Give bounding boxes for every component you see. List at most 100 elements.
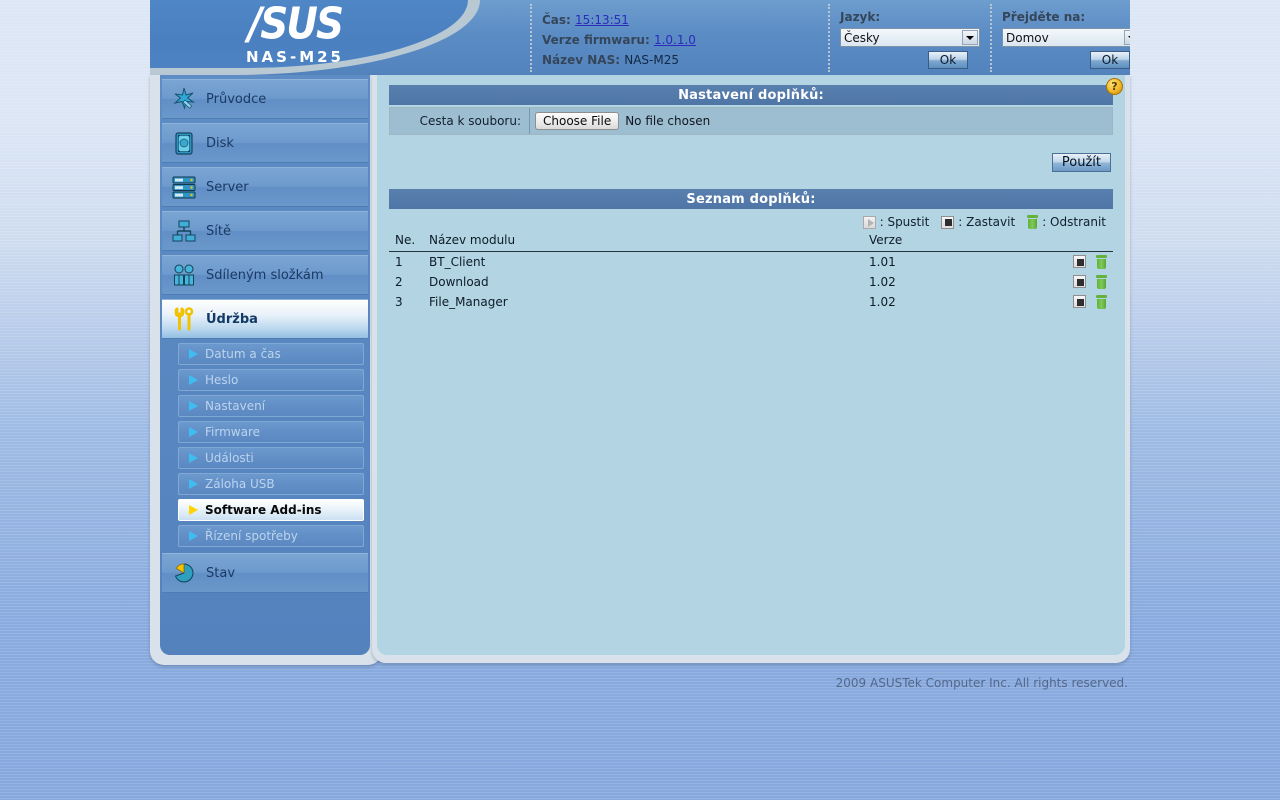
sidebar-subitem-label: Události	[205, 451, 254, 465]
sidebar-subitem-software-add-ins[interactable]: Software Add-ins	[178, 499, 364, 521]
nas-name-row: Název NAS: NAS-M25	[542, 50, 837, 70]
page-header: /SUS NAS-M25 Čas: 15:13:51 Verze firmwar…	[150, 0, 1130, 75]
sidebar-panel: Průvodce Disk Server Sítě Sdíleným složk…	[150, 75, 382, 665]
sidebar-subitem-datum-a-cas[interactable]: Datum a čas	[178, 343, 364, 365]
time-row: Čas: 15:13:51	[542, 10, 837, 30]
arrow-right-icon	[189, 531, 198, 541]
trash-icon[interactable]	[1096, 275, 1107, 289]
header-divider-3	[990, 4, 992, 72]
sidebar-nav: Průvodce Disk Server Sítě Sdíleným složk…	[160, 75, 370, 655]
column-header-no: Ne.	[395, 233, 416, 247]
row-version: 1.01	[869, 255, 896, 269]
addons-list-section-title: Seznam doplňků:	[389, 189, 1113, 209]
file-path-label: Cesta k souboru:	[390, 108, 530, 134]
row-module-name: Download	[429, 275, 489, 289]
sidebar-item-disk[interactable]: Disk	[162, 123, 368, 163]
footer-copyright: 2009 ASUSTek Computer Inc. All rights re…	[835, 676, 1128, 690]
sidebar-item-label: Sítě	[206, 223, 231, 239]
arrow-right-icon	[189, 401, 198, 411]
legend-delete-label: : Odstranit	[1042, 215, 1106, 229]
column-header-actions	[1059, 231, 1113, 252]
column-header-name: Název modulu	[429, 233, 516, 247]
time-value-link[interactable]: 15:13:51	[575, 13, 629, 27]
nas-name-label: Název NAS:	[542, 53, 621, 67]
sidebar-item-udrzba[interactable]: Údržba	[162, 299, 368, 339]
status-icon	[162, 553, 206, 593]
row-version: 1.02	[869, 275, 896, 289]
column-header-version: Verze	[869, 233, 903, 247]
sidebar-item-label: Průvodce	[206, 91, 267, 107]
sidebar-item-stav[interactable]: Stav	[162, 553, 368, 593]
chevron-down-icon[interactable]	[962, 30, 978, 45]
sidebar-item-server[interactable]: Server	[162, 167, 368, 207]
language-label: Jazyk:	[840, 10, 881, 24]
language-ok-button[interactable]: Ok	[928, 51, 968, 69]
sidebar-item-site[interactable]: Sítě	[162, 211, 368, 251]
firmware-label: Verze firmwaru:	[542, 33, 650, 47]
goto-select[interactable]: Domov	[1002, 28, 1130, 47]
row-actions	[1059, 272, 1113, 292]
table-row: 1 BT_Client 1.01	[389, 252, 1113, 273]
trash-icon	[1027, 215, 1039, 229]
sidebar-item-pruvodce[interactable]: Průvodce	[162, 79, 368, 119]
row-module-name: BT_Client	[429, 255, 486, 269]
sidebar-item-label: Disk	[206, 135, 234, 151]
help-icon[interactable]: ?	[1106, 78, 1123, 95]
header-info-column: Čas: 15:13:51 Verze firmwaru: 1.0.1.0 Ná…	[542, 0, 837, 75]
language-select[interactable]: Česky	[840, 28, 980, 47]
choose-file-button[interactable]: Choose File	[535, 112, 620, 130]
arrow-right-icon	[189, 349, 198, 359]
language-selected-value: Česky	[844, 30, 880, 45]
addons-table-head: Ne. Název modulu Verze	[389, 231, 1113, 252]
stop-icon[interactable]	[1073, 275, 1087, 288]
sidebar-subitem-zaloha-usb[interactable]: Záloha USB	[178, 473, 364, 495]
stop-icon[interactable]	[1073, 295, 1087, 308]
sidebar-subitem-label: Heslo	[205, 373, 239, 387]
arrow-right-icon	[189, 375, 198, 385]
goto-label: Přejděte na:	[1002, 10, 1086, 24]
sidebar-subitem-label: Software Add-ins	[205, 503, 322, 517]
file-input-field[interactable]: Choose File No file chosen	[530, 108, 1112, 134]
asus-wordmark: /SUS	[247, 0, 344, 50]
main-content: Nastavení doplňků: Cesta k souboru: Choo…	[377, 75, 1125, 655]
brand-logo[interactable]: /SUS NAS-M25	[170, 0, 420, 66]
arrow-right-icon	[189, 505, 198, 515]
row-actions	[1059, 252, 1113, 273]
no-file-chosen-text: No file chosen	[625, 114, 711, 128]
apply-row: Použít	[389, 153, 1111, 172]
sidebar-subitem-label: Záloha USB	[205, 477, 275, 491]
trash-icon[interactable]	[1096, 295, 1107, 309]
stop-icon[interactable]	[1073, 255, 1087, 268]
sidebar-subitem-label: Nastavení	[205, 399, 266, 413]
nas-name-value: NAS-M25	[624, 53, 679, 67]
settings-section-title: Nastavení doplňků:	[389, 85, 1113, 105]
firmware-row: Verze firmwaru: 1.0.1.0	[542, 30, 837, 50]
sidebar-subitem-heslo[interactable]: Heslo	[178, 369, 364, 391]
arrow-right-icon	[189, 479, 198, 489]
row-module-name: File_Manager	[429, 295, 508, 309]
sidebar-subitem-rizeni-spotreby[interactable]: Řízení spotřeby	[178, 525, 364, 547]
goto-column: Přejděte na: Domov Ok	[1002, 0, 1130, 75]
row-number: 2	[395, 275, 403, 289]
firmware-value-link[interactable]: 1.0.1.0	[654, 33, 696, 47]
trash-icon[interactable]	[1096, 255, 1107, 269]
row-number: 3	[395, 295, 403, 309]
model-name: NAS-M25	[246, 48, 344, 66]
sidebar-subitem-udalosti[interactable]: Události	[178, 447, 364, 469]
apply-button[interactable]: Použít	[1051, 153, 1111, 172]
sidebar-subitem-nastaveni[interactable]: Nastavení	[178, 395, 364, 417]
row-version: 1.02	[869, 295, 896, 309]
goto-ok-button[interactable]: Ok	[1090, 51, 1130, 69]
arrow-right-icon	[189, 453, 198, 463]
legend-start-label: : Spustit	[879, 215, 930, 229]
sidebar-subitem-label: Datum a čas	[205, 347, 281, 361]
table-header-row: Ne. Název modulu Verze	[389, 231, 1113, 252]
server-icon	[162, 167, 206, 207]
chevron-down-icon[interactable]	[1124, 30, 1130, 45]
file-path-row: Cesta k souboru: Choose File No file cho…	[389, 107, 1113, 135]
header-divider-1	[530, 4, 532, 72]
sidebar-item-sdilene-slozky[interactable]: Sdíleným složkám	[162, 255, 368, 295]
action-legend: : Spustit : Zastavit : Odstranit	[389, 215, 1106, 229]
sidebar-subitem-label: Řízení spotřeby	[205, 529, 298, 543]
sidebar-subitem-firmware[interactable]: Firmware	[178, 421, 364, 443]
